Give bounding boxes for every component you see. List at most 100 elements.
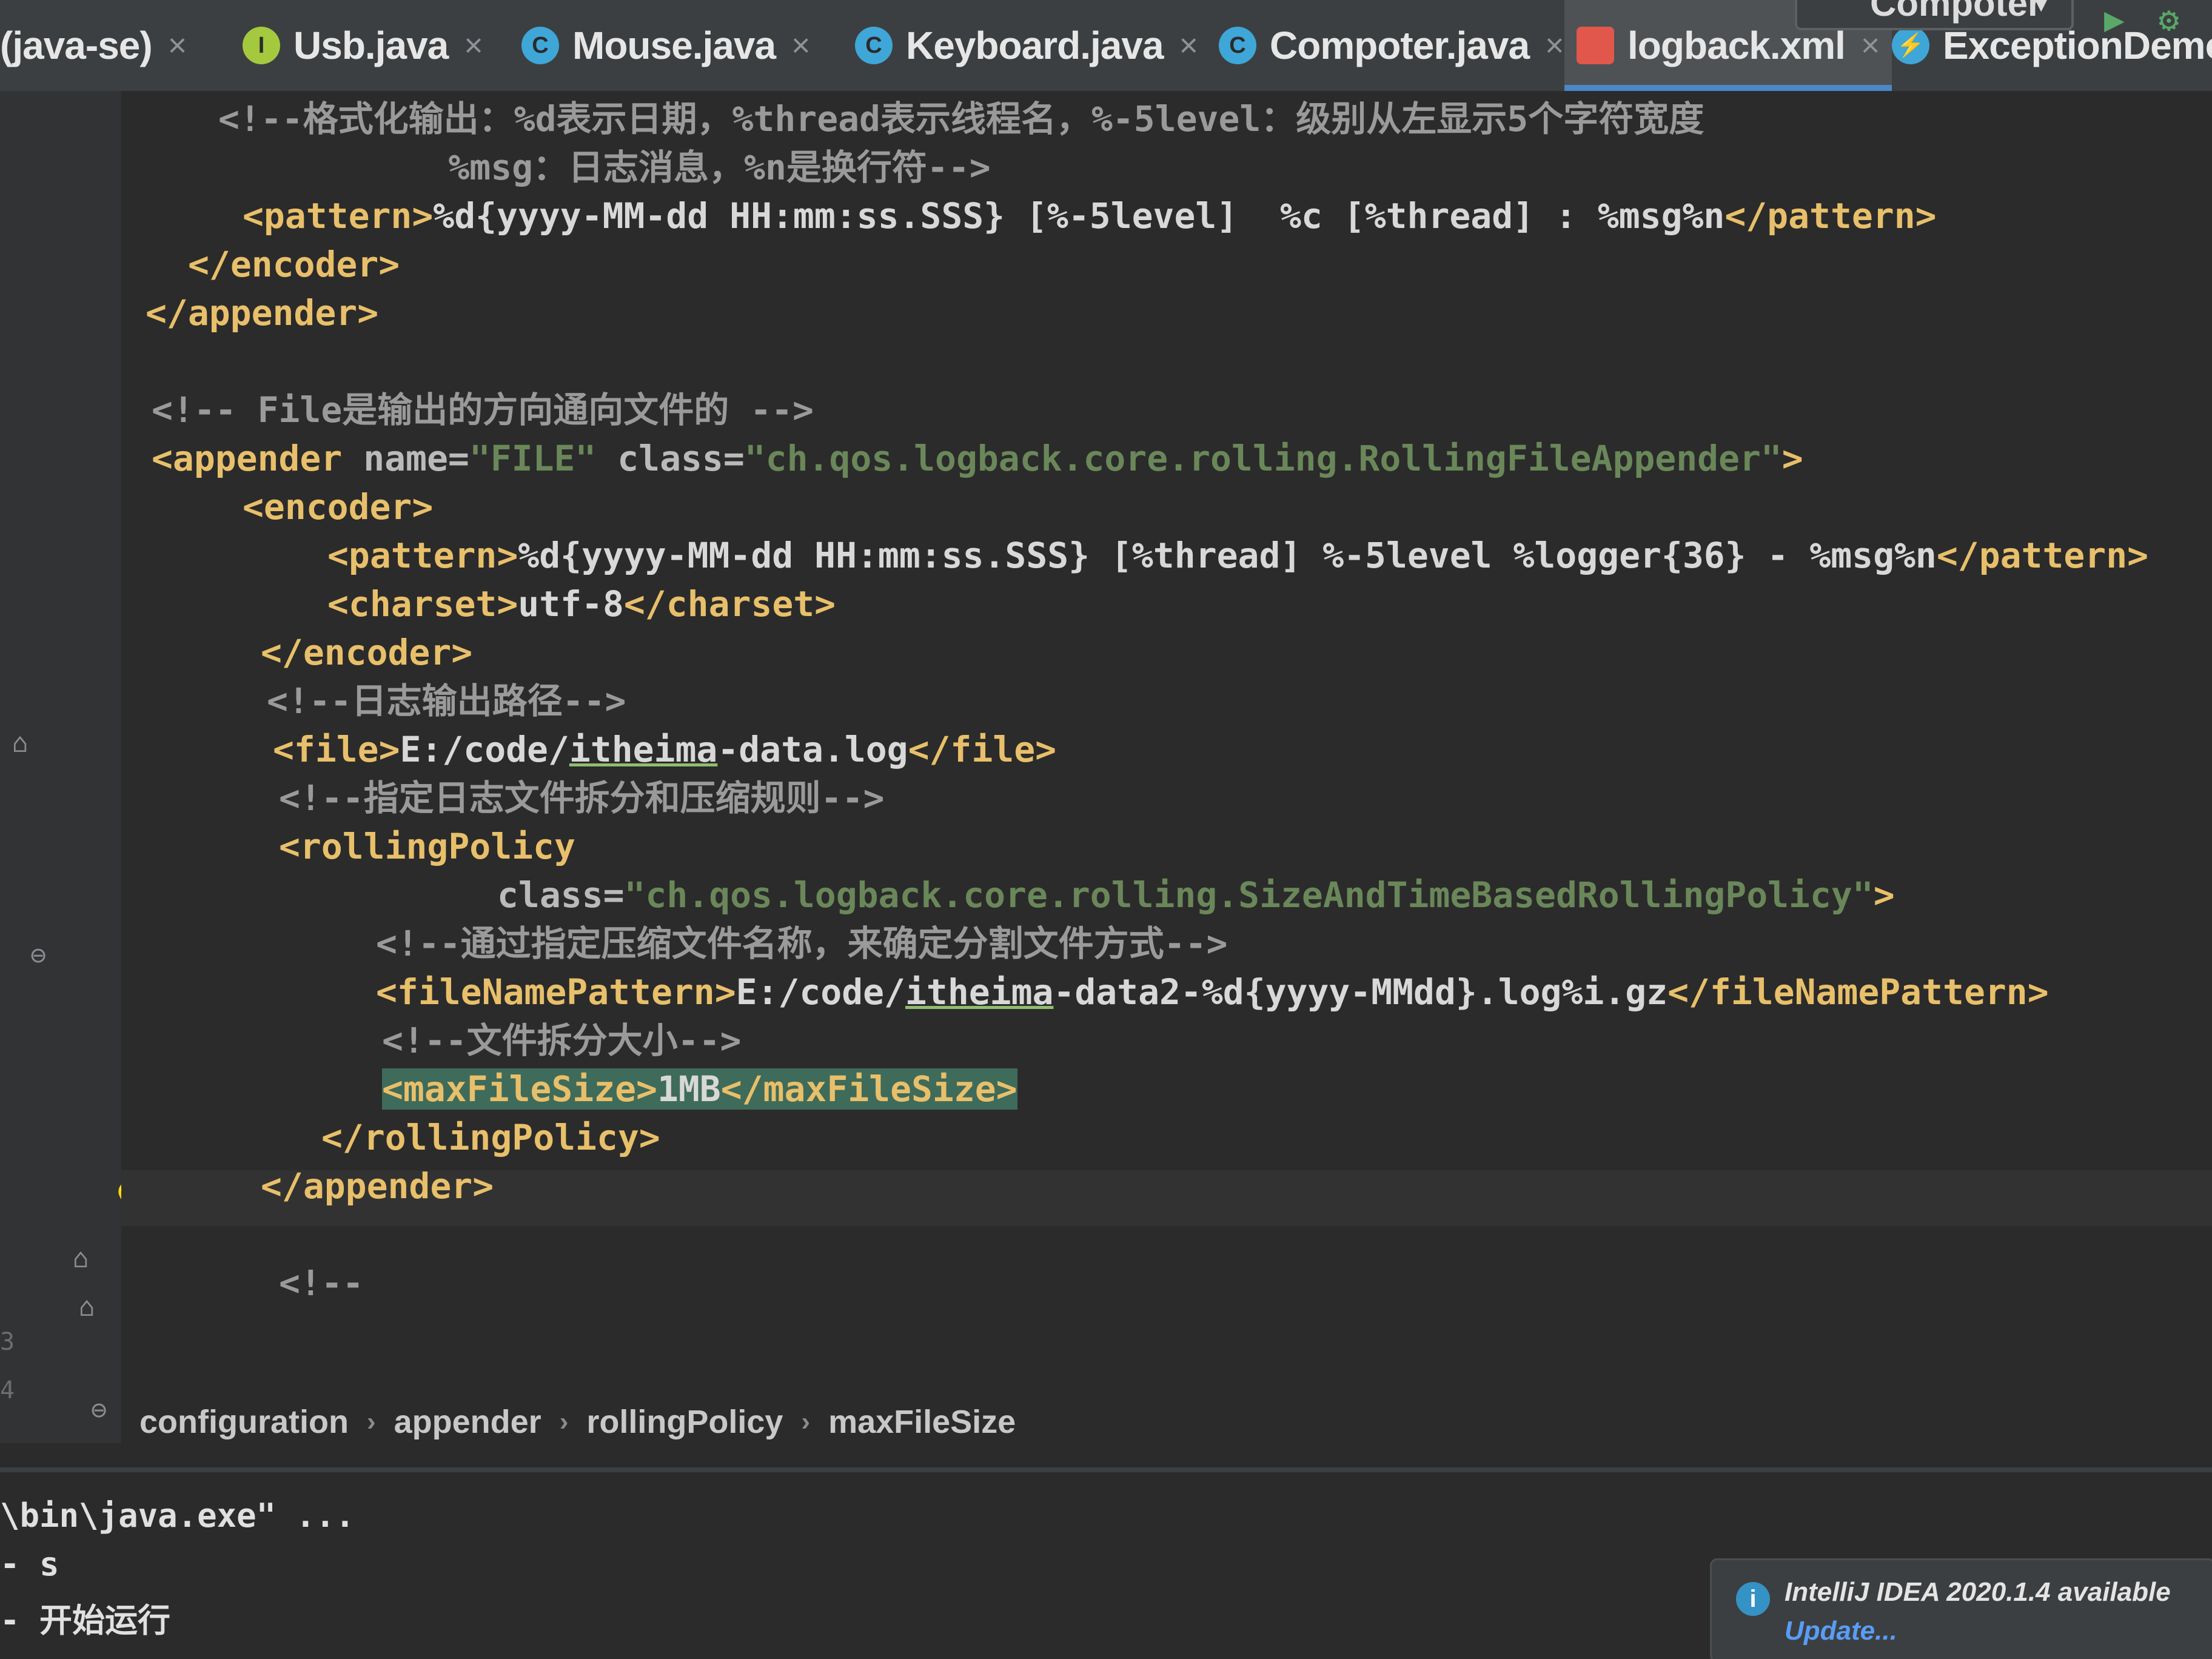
class-icon: C <box>1219 27 1256 64</box>
code-token: <!-- File是输出的方向通向文件的 --> <box>152 389 814 431</box>
code-line[interactable]: <pattern>%d{yyyy-MM-dd HH:mm:ss.SSS} [%-… <box>243 188 1937 244</box>
tab-label: (java-se) <box>0 24 153 67</box>
fold-end-icon[interactable]: ⌂ <box>73 1243 89 1274</box>
exception-class-icon: ⚡ <box>1892 27 1929 64</box>
code-line[interactable]: <!-- File是输出的方向通向文件的 --> <box>152 382 814 438</box>
close-icon[interactable]: × <box>1861 27 1880 64</box>
code-token: "ch.qos.logback.core.rolling.RollingFile… <box>744 438 1782 479</box>
code-token: <appender <box>152 438 364 479</box>
code-line[interactable]: <!--文件拆分大小--> <box>382 1013 741 1068</box>
code-line[interactable]: <pattern>%d{yyyy-MM-dd HH:mm:ss.SSS} [%t… <box>327 528 2148 583</box>
code-token: -data.log <box>717 729 908 770</box>
code-token: itheima <box>569 729 718 770</box>
build-icon[interactable]: ⚙ <box>2159 0 2179 39</box>
close-icon[interactable]: × <box>168 27 187 64</box>
code-token: <charset> <box>327 583 518 625</box>
code-token: %msg：日志消息，%n是换行符--> <box>279 147 991 188</box>
code-line[interactable]: %msg：日志消息，%n是换行符--> <box>279 139 991 195</box>
tab-java-se[interactable]: (java-se) × <box>0 0 187 91</box>
code-line[interactable]: <fileNamePattern>E:/code/itheima-data2-%… <box>376 964 2049 1020</box>
code-line[interactable]: </appender> <box>146 285 378 341</box>
code-token: itheima <box>905 971 1054 1013</box>
chevron-down-icon: ▼ <box>2029 0 2053 17</box>
code-token: <!--日志输出路径--> <box>267 680 626 722</box>
code-line[interactable]: <!-- <box>279 1255 364 1311</box>
fold-end-icon[interactable]: ⌂ <box>79 1292 95 1322</box>
editor-gutter: ⌂ ⊖ ⌂ ⌂ ⊖ 3 4 <box>0 91 121 1443</box>
info-icon: i <box>1736 1582 1770 1616</box>
breadcrumb-item[interactable]: rollingPolicy <box>586 1403 783 1441</box>
code-token: <rollingPolicy <box>279 826 575 867</box>
xml-file-icon <box>1577 27 1614 64</box>
close-icon[interactable]: × <box>1545 27 1564 64</box>
code-line[interactable]: <encoder> <box>243 479 433 535</box>
code-editor[interactable]: <!--格式化输出：%d表示日期，%thread表示线程名，%-5level：级… <box>121 91 2212 1443</box>
breadcrumb-separator: › <box>559 1407 569 1436</box>
code-token: </encoder> <box>188 244 400 285</box>
code-token: > <box>1781 438 1803 479</box>
code-line[interactable]: <!--通过指定压缩文件名称，来确定分割文件方式--> <box>376 916 1227 971</box>
run-configuration-select[interactable]: Compoter ▼ <box>1795 0 2074 30</box>
code-token: 1MB <box>657 1068 721 1110</box>
code-token: E:/code/ <box>400 729 569 770</box>
breadcrumb: configuration › appender › rollingPolicy… <box>121 1389 2212 1455</box>
code-line[interactable]: <!--指定日志文件拆分和压缩规则--> <box>279 770 884 826</box>
code-token: <!--文件拆分大小--> <box>382 1020 742 1061</box>
code-token: </file> <box>908 729 1057 770</box>
breadcrumb-item[interactable]: configuration <box>139 1403 349 1441</box>
update-notification: i IntelliJ IDEA 2020.1.4 available Updat… <box>1710 1558 2212 1659</box>
breadcrumb-separator: › <box>366 1407 376 1436</box>
code-line[interactable]: <appender name="FILE" class="ch.qos.logb… <box>152 431 1803 486</box>
code-token: <encoder> <box>243 486 434 528</box>
code-token: class= <box>617 438 745 479</box>
tab-label: Keyboard.java <box>906 24 1164 67</box>
code-token: %d{yyyy-MM-dd HH:mm:ss.SSS} [%-5level] %… <box>433 195 1725 236</box>
fold-start-icon[interactable]: ⊖ <box>91 1395 107 1426</box>
console-line: - 开始运行 <box>0 1601 171 1640</box>
code-token: <fileNamePattern> <box>376 971 736 1013</box>
tab-keyboard-java[interactable]: C Keyboard.java × <box>855 0 1198 91</box>
code-token: %d{yyyy-MM-dd HH:mm:ss.SSS} [%thread] %-… <box>518 535 1937 576</box>
code-line[interactable]: <!--格式化输出：%d表示日期，%thread表示线程名，%-5level：级… <box>218 91 1704 147</box>
code-line[interactable]: <charset>utf-8</charset> <box>327 576 836 632</box>
code-line[interactable]: <!--日志输出路径--> <box>267 673 626 729</box>
fold-start-icon[interactable]: ⊖ <box>30 940 47 971</box>
close-icon[interactable]: × <box>1179 27 1199 64</box>
code-line[interactable]: </encoder> <box>188 236 400 292</box>
tab-label: Usb.java <box>293 24 449 67</box>
tab-mouse-java[interactable]: C Mouse.java × <box>521 0 811 91</box>
code-token: <!--通过指定压缩文件名称，来确定分割文件方式--> <box>376 923 1228 964</box>
code-token: </maxFileSize> <box>720 1068 1017 1110</box>
code-token: </pattern> <box>1936 535 2149 576</box>
code-token: <file> <box>273 729 400 770</box>
code-token: </appender> <box>261 1165 494 1207</box>
tab-usb-java[interactable]: I Usb.java × <box>243 0 483 91</box>
code-line[interactable]: </rollingPolicy> <box>321 1110 660 1165</box>
breadcrumb-item[interactable]: appender <box>394 1403 541 1441</box>
code-token: </appender> <box>146 292 379 333</box>
breadcrumb-item[interactable]: maxFileSize <box>828 1403 1016 1441</box>
code-token: <pattern> <box>243 195 434 236</box>
code-token: name= <box>363 438 469 479</box>
code-line[interactable]: <rollingPolicy <box>279 819 575 874</box>
update-link[interactable]: Update... <box>1785 1616 1897 1646</box>
close-icon[interactable]: × <box>791 27 811 64</box>
console-line: - s <box>0 1545 59 1583</box>
code-token: <!--指定日志文件拆分和压缩规则--> <box>279 777 885 819</box>
code-line[interactable]: </encoder> <box>261 625 472 680</box>
code-line[interactable]: class="ch.qos.logback.core.rolling.SizeA… <box>497 867 1895 923</box>
code-token: <pattern> <box>327 535 518 576</box>
tab-compoter-java[interactable]: C Compoter.java × <box>1219 0 1564 91</box>
fold-end-icon[interactable]: ⌂ <box>12 728 28 759</box>
close-icon[interactable]: × <box>464 27 483 64</box>
code-line[interactable]: <maxFileSize>1MB</maxFileSize> <box>382 1061 1017 1117</box>
code-token: <!-- <box>279 1262 364 1304</box>
code-token: -data2-%d{yyyy-MMdd}.log%i.gz <box>1053 971 1668 1013</box>
code-token: </charset> <box>623 583 836 625</box>
code-token: "ch.qos.logback.core.rolling.SizeAndTime… <box>624 874 1874 916</box>
code-line[interactable]: </appender> <box>261 1158 494 1214</box>
run-icon[interactable]: ▶ <box>2104 0 2125 39</box>
class-icon: C <box>521 27 559 64</box>
code-line[interactable]: <file>E:/code/itheima-data.log</file> <box>273 722 1056 777</box>
line-number: 4 <box>0 1376 15 1404</box>
